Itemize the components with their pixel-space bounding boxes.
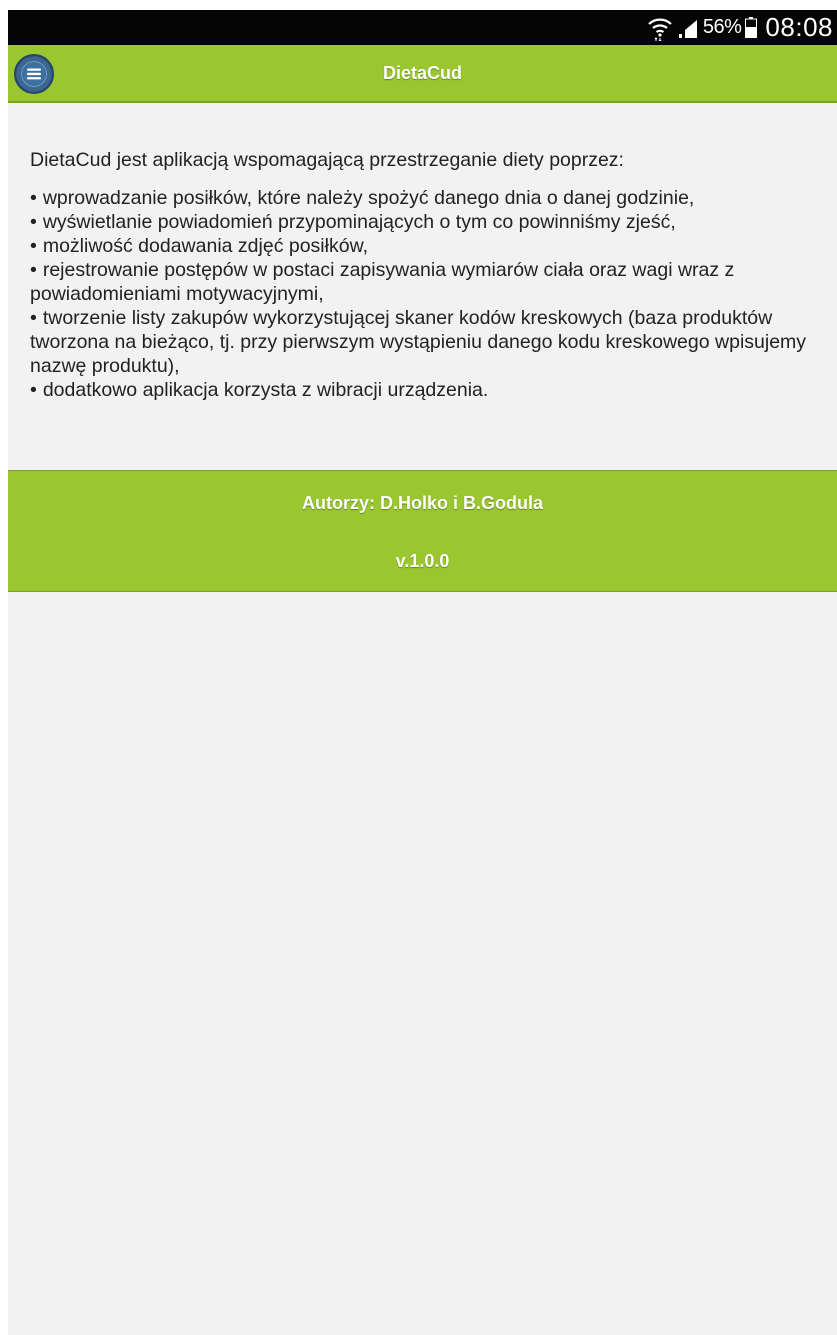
feature-text: możliwość dodawania zdjęć posiłków, <box>42 235 368 257</box>
feature-text: wprowadzanie posiłków, które należy spoż… <box>42 187 695 209</box>
bullet: • <box>30 235 37 257</box>
status-bar: 56% 08:08 <box>8 10 837 45</box>
app-header: DietaCud <box>8 45 837 103</box>
clock: 08:08 <box>765 12 833 42</box>
app-footer: Autorzy: D.Holko i B.Godula v.1.0.0 <box>8 470 837 592</box>
wifi-icon <box>648 18 672 41</box>
signal-icon <box>678 19 697 38</box>
list-item: • rejestrowanie postępów w postaci zapisy… <box>30 258 830 306</box>
list-item: • tworzenie listy zakupów wykorzystującej… <box>30 306 830 378</box>
feature-list: • wprowadzanie posiłków, które należy spo… <box>30 186 830 402</box>
bullet: • <box>30 259 37 281</box>
battery-icon <box>745 17 758 38</box>
battery-percent: 56% <box>702 16 742 38</box>
about-content: DietaCud jest aplikacją wspomagającą prz… <box>30 148 830 402</box>
list-item: • wprowadzanie posiłków, które należy spo… <box>30 186 830 210</box>
bullet: • <box>30 211 37 233</box>
menu-icon <box>21 61 47 87</box>
app-screen: 56% 08:08 DietaCud DietaCud jest aplikac… <box>8 10 837 1335</box>
list-item: • możliwość dodawania zdjęć posiłków, <box>30 234 830 258</box>
bullet: • <box>30 307 37 329</box>
feature-text: dodatkowo aplikacja korzysta z wibracji … <box>42 379 489 401</box>
feature-text: wyświetlanie powiadomień przypominającyc… <box>42 211 676 233</box>
authors-text: Autorzy: D.Holko i B.Godula <box>302 493 543 513</box>
list-item: • dodatkowo aplikacja korzysta z wibracji… <box>30 378 830 402</box>
bullet: • <box>30 187 37 209</box>
header-title: DietaCud <box>382 63 462 83</box>
feature-text: rejestrowanie postępów w postaci zapisyw… <box>30 259 735 305</box>
feature-text: tworzenie listy zakupów wykorzystującej … <box>30 307 807 377</box>
menu-button[interactable] <box>14 54 54 94</box>
status-indicators: 56% 08:08 <box>647 10 833 45</box>
version-text: v.1.0.0 <box>395 551 450 571</box>
intro-text: DietaCud jest aplikacją wspomagającą prz… <box>30 149 624 171</box>
list-item: • wyświetlanie powiadomień przypominający… <box>30 210 830 234</box>
bullet: • <box>30 379 37 401</box>
